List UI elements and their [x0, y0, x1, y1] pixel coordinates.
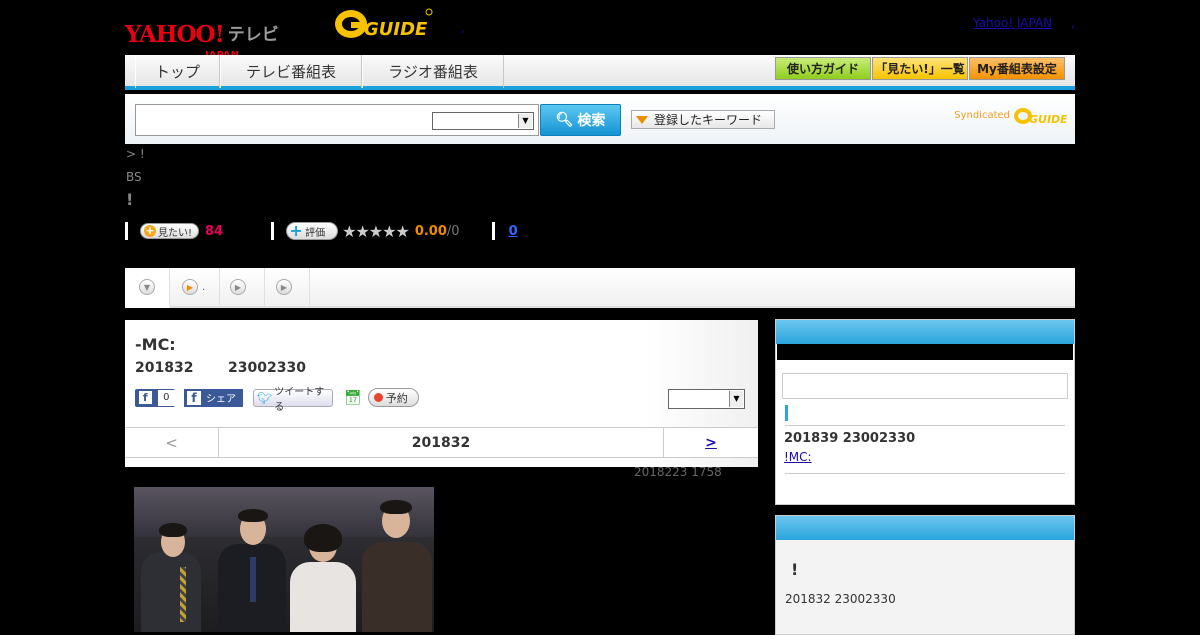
sidebar-related: ! 201832 23002330 — [775, 515, 1075, 635]
dropdown-triangle-icon — [636, 115, 648, 124]
detail-date: 201832 — [135, 360, 194, 376]
chevron-down-icon: ▼ — [729, 391, 743, 407]
plus-icon: + — [144, 224, 156, 237]
search-button[interactable]: 🔍︎ 検索 — [540, 104, 621, 136]
sidebar-subheader — [777, 344, 1073, 360]
main-nav: トップ テレビ番組表 ラジオ番組表 使い方ガイド 「見たい!」一覧 My番組表設… — [125, 55, 1075, 90]
nav-tab-radio-schedule[interactable]: ラジオ番組表 — [362, 55, 504, 88]
facebook-share-button[interactable]: f シェア — [184, 388, 243, 407]
tweet-button[interactable]: 🐦︎ ツイートする — [253, 387, 333, 413]
sidebar-related-title: ! — [791, 560, 799, 579]
comment-count-link[interactable]: 0 — [509, 224, 518, 239]
nav-tab-top[interactable]: トップ — [135, 55, 220, 88]
syndicated-gguide: Syndicated GUIDE — [954, 104, 1067, 126]
search-bar: ▼ 🔍︎ 検索 登録したキーワード Syndicated GUIDE — [125, 94, 1075, 144]
detail-time: 23002330 — [228, 360, 306, 376]
saved-keyword-button[interactable]: 登録したキーワード — [631, 110, 775, 129]
updated-timestamp: 2018223 1758 — [634, 465, 722, 479]
divider — [125, 222, 128, 240]
rate-button[interactable]: + 評価 — [286, 221, 339, 240]
channel-label: BS — [126, 170, 142, 184]
chevron-down-icon: ▼ — [518, 114, 532, 128]
tab-4[interactable]: ▶ — [265, 268, 310, 306]
header-link-dot[interactable]: , — [461, 24, 464, 35]
program-tabs: ▼ ▶ . ▶ ▶ — [125, 268, 1075, 308]
program-title: ! — [126, 190, 134, 209]
chevron-down-icon: ▼ — [139, 279, 155, 295]
facebook-icon: f — [187, 390, 201, 405]
date-pager: < 201832 > — [125, 427, 758, 458]
yahoo-japan-link[interactable]: Yahoo! JAPAN — [973, 16, 1052, 30]
mitai-list-button[interactable]: 「見たい!」一覧 — [872, 57, 968, 80]
twitter-bird-icon: 🐦︎ — [257, 390, 273, 405]
divider — [491, 222, 495, 240]
facebook-like-button[interactable]: f 0 — [135, 388, 175, 407]
divider — [271, 222, 275, 240]
yahoo-logo[interactable]: YAHOO! JAPAN テレビ — [125, 6, 279, 61]
search-genre-select[interactable]: ▼ — [432, 112, 534, 130]
sidebar-marker — [785, 405, 788, 421]
reserve-button[interactable]: 予約 — [367, 388, 419, 407]
play-icon: ▶ — [182, 279, 198, 295]
mitai-button[interactable]: + 見たい! — [140, 223, 200, 239]
sidebar-next-broadcast: 201839 23002330 !MC: — [775, 319, 1075, 505]
program-detail-panel: -MC: 201832 23002330 f 0 f シェア 🐦︎ ツイートする… — [125, 320, 758, 467]
my-schedule-button[interactable]: My番組表設定 — [969, 57, 1065, 80]
plus-icon: + — [289, 221, 303, 240]
sidebar-header — [776, 516, 1074, 540]
facebook-icon: f — [139, 391, 152, 404]
header-link-dot-2[interactable]: , — [1071, 16, 1075, 30]
nav-right-buttons: 使い方ガイド 「見たい!」一覧 My番組表設定 — [774, 57, 1065, 80]
rating-stars: ★★★★★ — [342, 221, 410, 241]
rating-score: 0.00 — [414, 223, 447, 239]
g-guide-text: GUIDE — [364, 19, 428, 40]
tv-wordmark: テレビ — [227, 25, 279, 45]
pager-current: 201832 — [411, 434, 471, 451]
svg-text:GUIDE: GUIDE — [1029, 113, 1067, 126]
rating-count: /0 — [446, 223, 460, 239]
play-icon: ▶ — [230, 279, 246, 295]
record-icon — [373, 393, 383, 402]
detail-select[interactable]: ▼ — [668, 389, 745, 409]
detail-title: -MC: — [135, 335, 176, 354]
pager-prev[interactable]: < — [125, 428, 219, 457]
divider — [785, 425, 1065, 426]
g-guide-logo[interactable]: GUIDE — [334, 6, 434, 40]
yahoo-wordmark: YAHOO! JAPAN — [125, 23, 239, 61]
mitai-count: 84 — [205, 223, 224, 239]
guide-button[interactable]: 使い方ガイド — [775, 57, 871, 80]
tab-info[interactable]: ▼ — [125, 268, 170, 308]
pager-next[interactable]: > — [663, 428, 758, 457]
sidebar-datetime: 201839 23002330 — [784, 431, 916, 446]
sidebar-input[interactable] — [782, 373, 1068, 399]
tab-2[interactable]: ▶ . — [170, 268, 220, 306]
program-photo — [134, 487, 434, 632]
tab-3[interactable]: ▶ — [220, 268, 265, 306]
syndicated-g-logo: GUIDE — [1014, 108, 1067, 126]
sidebar-program-link[interactable]: !MC: — [784, 450, 884, 464]
program-stats: + 見たい! 84 + 評価 ★★★★★ 0.00 /0 0 — [125, 221, 518, 241]
divider — [785, 473, 1065, 474]
nav-tab-tv-schedule[interactable]: テレビ番組表 — [220, 55, 362, 88]
sidebar-header — [776, 320, 1074, 344]
play-icon: ▶ — [276, 279, 292, 295]
social-buttons: f 0 f シェア 🐦︎ ツイートする 📅︎ 予約 — [135, 387, 419, 413]
sidebar-related-datetime: 201832 23002330 — [785, 592, 896, 606]
search-icon: 🔍︎ — [555, 112, 574, 128]
breadcrumb[interactable]: > ! — [126, 147, 145, 161]
add-calendar-icon[interactable]: 📅︎ — [344, 390, 362, 406]
